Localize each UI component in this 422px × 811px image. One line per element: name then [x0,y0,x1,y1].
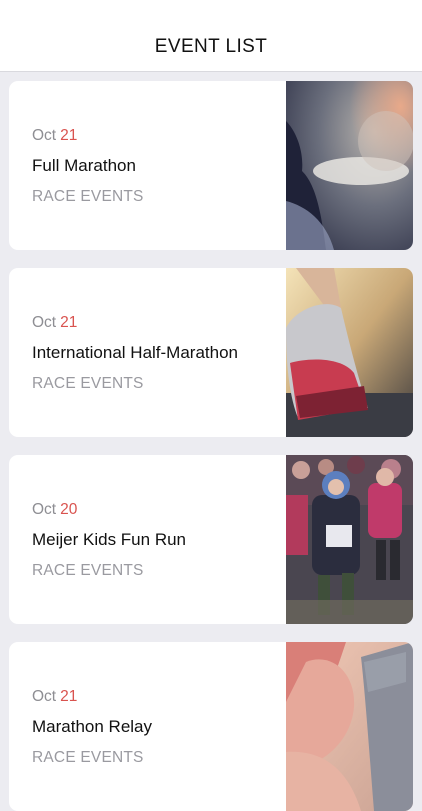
event-card-text: Oct 21 Full Marathon RACE EVENTS [32,81,282,250]
event-card[interactable]: Oct 21 Full Marathon RACE EVENTS [9,81,413,250]
event-date: Oct 20 [32,501,77,519]
event-category: RACE EVENTS [32,375,144,392]
running-shoe-photo [286,268,413,437]
event-day: 20 [60,501,78,518]
event-card-text: Oct 21 International Half-Marathon RACE E… [32,268,282,437]
event-month: Oct [32,688,57,705]
event-date: Oct 21 [32,688,77,706]
event-month: Oct [32,127,57,144]
event-card[interactable]: Oct 21 International Half-Marathon RACE E… [9,268,413,437]
page-title: EVENT LIST [154,36,268,57]
event-day: 21 [60,127,78,144]
event-card-text: Oct 20 Meijer Kids Fun Run RACE EVENTS [32,455,282,624]
event-category: RACE EVENTS [32,188,144,205]
kids-running-crowd-photo [286,455,413,624]
event-title: Marathon Relay [32,717,153,736]
event-date: Oct 21 [32,127,77,145]
event-title: Full Marathon [32,156,136,175]
event-date: Oct 21 [32,314,77,332]
event-category: RACE EVENTS [32,749,144,766]
event-title: International Half-Marathon [32,343,239,362]
event-month: Oct [32,501,57,518]
nav-header: EVENT LIST [0,0,422,72]
event-card[interactable]: Oct 21 Marathon Relay RACE EVENTS [9,642,413,811]
event-day: 21 [60,688,78,705]
event-month: Oct [32,314,57,331]
relay-baton-hands-photo [286,642,413,811]
event-card[interactable]: Oct 20 Meijer Kids Fun Run RACE EVENTS [9,455,413,624]
event-category: RACE EVENTS [32,562,144,579]
event-card-text: Oct 21 Marathon Relay RACE EVENTS [32,642,282,811]
runner-breath-photo [286,81,413,250]
event-title: Meijer Kids Fun Run [32,530,187,549]
event-day: 21 [60,314,78,331]
